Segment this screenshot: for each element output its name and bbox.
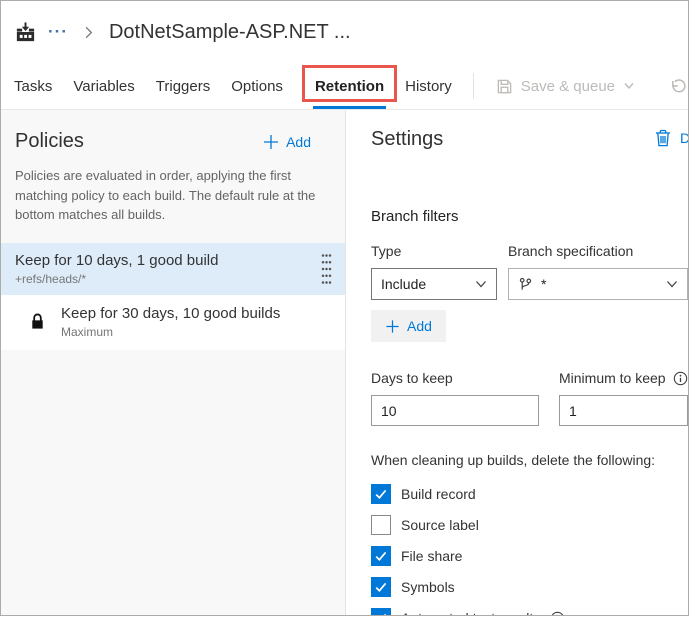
plus-icon [385, 319, 400, 334]
minimum-to-keep-field: Minimum to keep [559, 370, 688, 426]
build-definition-icon [14, 21, 37, 44]
branch-spec-column: Branch specification * [508, 243, 688, 300]
settings-title: Settings [371, 128, 444, 150]
toolbar-divider [472, 73, 474, 99]
minimum-to-keep-input[interactable] [559, 395, 688, 426]
add-branch-filter-button[interactable]: Add [371, 310, 446, 342]
tab-triggers[interactable]: Triggers [156, 63, 210, 109]
policies-title: Policies [15, 130, 84, 152]
save-icon [496, 78, 513, 95]
policies-panel: Policies Add Policies are evaluated in o… [1, 110, 346, 615]
info-icon[interactable] [550, 611, 565, 615]
checkbox-checked[interactable] [371, 577, 391, 597]
chevron-down-icon [475, 278, 487, 290]
policy-list: Keep for 10 days, 1 good build +refs/hea… [1, 242, 345, 350]
days-to-keep-field: Days to keep [371, 370, 539, 426]
type-dropdown[interactable]: Include [371, 268, 497, 300]
breadcrumb: ··· DotNetSample-ASP.NET ... [1, 1, 688, 63]
policy-subtitle: Maximum [61, 324, 114, 339]
branch-filter-row: Type Include Branch specification * [371, 243, 688, 300]
branch-spec-label: Branch specification [508, 243, 634, 259]
chevron-down-icon [623, 80, 635, 92]
definition-tabbar: Tasks Variables Triggers Options Retenti… [1, 63, 688, 110]
days-to-keep-input[interactable] [371, 395, 539, 426]
minimum-to-keep-label: Minimum to keep [559, 370, 688, 386]
checkbox-checked[interactable] [371, 608, 391, 615]
checkbox-label: Build record [401, 486, 476, 502]
tab-history[interactable]: History [405, 63, 452, 109]
trash-icon [655, 129, 671, 147]
branch-spec-dropdown[interactable]: * [508, 268, 688, 300]
add-filter-label: Add [407, 318, 432, 334]
retention-fields-row: Days to keep Minimum to keep [371, 370, 688, 426]
policy-item-maximum[interactable]: Keep for 30 days, 10 good builds Maximum [1, 294, 345, 350]
add-policy-button[interactable]: Add [263, 134, 311, 150]
checkbox-label: Source label [401, 517, 479, 533]
policies-header: Policies Add [1, 110, 345, 153]
checkbox-label: Symbols [401, 579, 455, 595]
tab-options[interactable]: Options [231, 63, 283, 109]
breadcrumb-ellipsis-icon[interactable]: ··· [48, 22, 68, 42]
lock-icon [29, 312, 46, 331]
delete-policy-button[interactable]: Delete [655, 129, 688, 147]
cleanup-option-symbols: Symbols [371, 577, 688, 597]
page-title: DotNetSample-ASP.NET ... [108, 20, 351, 43]
checkbox-label: Automated test results [401, 610, 540, 615]
days-to-keep-label: Days to keep [371, 370, 453, 386]
git-branch-icon [518, 277, 533, 292]
tab-tasks[interactable]: Tasks [14, 63, 52, 109]
save-queue-label: Save & queue [520, 77, 616, 95]
type-value: Include [381, 276, 427, 292]
definition-toolbar: Save & queue Discard ··· [472, 63, 688, 109]
cleanup-option-file-share: File share [371, 546, 688, 566]
cleanup-heading: When cleaning up builds, delete the foll… [371, 452, 656, 468]
filter-type-column: Type Include [371, 243, 497, 300]
branch-filters-heading: Branch filters [371, 208, 459, 225]
policies-description: Policies are evaluated in order, applyin… [15, 168, 316, 222]
cleanup-option-automated-test-results: Automated test results [371, 608, 688, 615]
branch-spec-value: * [541, 276, 547, 292]
save-queue-button[interactable]: Save & queue [496, 78, 635, 95]
plus-icon [263, 134, 279, 150]
drag-handle-icon[interactable] [321, 253, 332, 284]
policy-text: Keep for 30 days, 10 good builds Maximum [61, 305, 280, 339]
tab-retention[interactable]: Retention [301, 63, 398, 109]
cleanup-option-build-record: Build record [371, 484, 688, 504]
checkbox-checked[interactable] [371, 484, 391, 504]
minimum-to-keep-text: Minimum to keep [559, 370, 666, 386]
tab-retention-label: Retention [314, 77, 385, 95]
type-label: Type [371, 243, 402, 259]
checkbox-unchecked[interactable] [371, 515, 391, 535]
policy-item-selected[interactable]: Keep for 10 days, 1 good build +refs/hea… [1, 242, 345, 295]
add-policy-label: Add [286, 133, 311, 150]
delete-label: Delete [680, 130, 688, 146]
policy-title: Keep for 10 days, 1 good build [15, 251, 219, 269]
settings-panel: Settings Delete Branch filters Type [346, 110, 688, 615]
policy-title: Keep for 30 days, 10 good builds [61, 304, 281, 322]
chevron-right-icon [81, 25, 96, 40]
cleanup-option-source-label: Source label [371, 515, 688, 535]
retention-main: Policies Add Policies are evaluated in o… [1, 110, 688, 615]
chevron-down-icon [666, 278, 678, 290]
build-definition-retention-page: ··· DotNetSample-ASP.NET ... Tasks Varia… [0, 0, 689, 616]
policy-branch-filter: +refs/heads/* [15, 271, 87, 286]
discard-button[interactable]: Discard [669, 78, 688, 95]
checkbox-checked[interactable] [371, 546, 391, 566]
tab-variables[interactable]: Variables [73, 63, 134, 109]
info-icon[interactable] [673, 371, 688, 386]
active-tab-underline [312, 106, 387, 109]
undo-icon [669, 78, 686, 95]
checkbox-label: File share [401, 548, 463, 564]
